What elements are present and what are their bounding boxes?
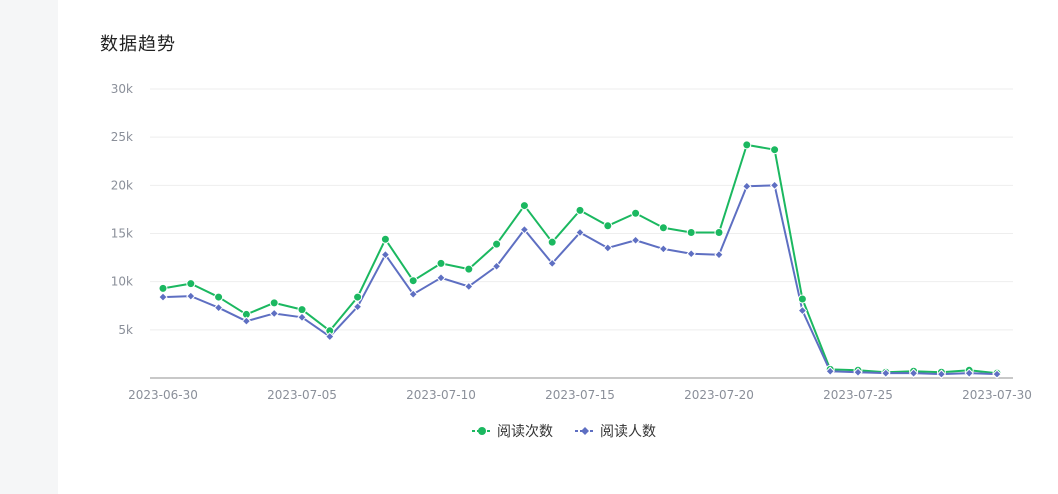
data-point-readers[interactable] <box>269 308 279 319</box>
data-point-readers[interactable] <box>742 181 752 192</box>
data-point-reads[interactable] <box>186 279 196 289</box>
y-tick-label: 10k <box>111 275 133 289</box>
data-point-reads[interactable] <box>686 228 696 238</box>
x-tick-label: 2023-07-25 <box>823 388 893 402</box>
y-tick-label: 30k <box>111 82 133 96</box>
x-tick-label: 2023-07-15 <box>545 388 615 402</box>
data-point-reads[interactable] <box>436 258 446 268</box>
x-tick-label: 2023-07-05 <box>267 388 337 402</box>
x-tick-label: 2023-07-30 <box>962 388 1032 402</box>
trend-line-chart: 5k 10k 15k 20k 25k 30k 2023-06-30 2023-07-05 202… <box>111 82 1032 402</box>
data-point-reads[interactable] <box>519 201 529 211</box>
data-point-reads[interactable] <box>770 145 780 155</box>
data-point-reads[interactable] <box>297 305 307 315</box>
data-point-reads[interactable] <box>658 223 668 233</box>
data-point-reads[interactable] <box>603 221 613 231</box>
legend-label-reads: 阅读次数 <box>497 424 553 440</box>
data-point-reads[interactable] <box>214 292 224 302</box>
data-point-readers[interactable] <box>658 244 669 254</box>
data-point-reads[interactable] <box>408 276 418 286</box>
data-point-readers[interactable] <box>714 249 724 260</box>
data-point-reads[interactable] <box>269 298 279 308</box>
legend-label-readers: 阅读人数 <box>600 424 656 440</box>
data-point-reads[interactable] <box>631 208 641 218</box>
data-point-reads[interactable] <box>714 228 724 238</box>
x-tick-label: 2023-07-20 <box>684 388 754 402</box>
data-point-reads[interactable] <box>547 237 557 247</box>
data-point-readers[interactable] <box>603 243 613 253</box>
legend-circle-marker-icon <box>472 427 492 435</box>
x-tick-label: 2023-07-10 <box>406 388 476 402</box>
data-point-reads[interactable] <box>464 264 474 274</box>
data-point-reads[interactable] <box>575 205 585 215</box>
data-point-readers[interactable] <box>686 249 696 259</box>
data-point-readers[interactable] <box>213 302 224 313</box>
data-point-reads[interactable] <box>492 239 502 249</box>
data-point-readers[interactable] <box>241 316 252 326</box>
data-point-reads[interactable] <box>380 234 390 244</box>
y-tick-label: 15k <box>111 227 133 241</box>
legend-item-reads[interactable]: 阅读次数 <box>472 421 553 441</box>
data-point-readers[interactable] <box>186 291 196 301</box>
data-point-reads[interactable] <box>353 292 363 302</box>
y-tick-label: 20k <box>111 178 133 192</box>
data-point-readers[interactable] <box>630 235 641 245</box>
y-tick-label: 5k <box>118 323 133 337</box>
series-lines <box>158 140 1002 379</box>
data-point-reads[interactable] <box>158 283 168 293</box>
legend-item-readers[interactable]: 阅读人数 <box>575 421 656 441</box>
data-point-reads[interactable] <box>797 294 807 304</box>
data-point-readers[interactable] <box>769 180 780 191</box>
y-tick-label: 25k <box>111 130 133 144</box>
legend-diamond-marker-icon <box>575 427 595 435</box>
data-point-readers[interactable] <box>158 292 168 302</box>
data-point-reads[interactable] <box>742 140 752 150</box>
series-line-reads <box>162 143 998 375</box>
x-tick-label: 2023-06-30 <box>128 388 198 402</box>
chart-legend: 阅读次数 阅读人数 <box>0 421 1058 441</box>
